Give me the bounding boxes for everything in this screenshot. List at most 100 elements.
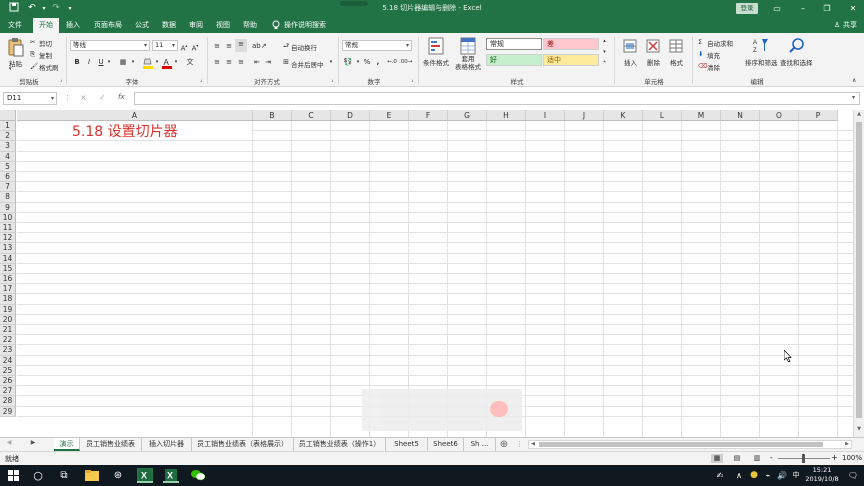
tab-help[interactable]: 帮助	[239, 18, 261, 33]
ime-indicator[interactable]: 中	[788, 468, 804, 483]
normal-view-icon[interactable]: ▦	[711, 454, 723, 463]
expand-formula-icon[interactable]: ▾	[852, 94, 855, 101]
wrap-text-icon[interactable]: ⮐	[282, 41, 290, 51]
column-header-G[interactable]: G	[448, 110, 487, 121]
excel-taskbar-icon-2[interactable]: X	[163, 468, 179, 483]
decrease-indent-icon[interactable]: ⇤	[252, 57, 262, 67]
decrease-font-icon[interactable]: A▾	[191, 41, 199, 53]
number-format-select[interactable]: 常规 ▾	[342, 40, 412, 51]
chevron-down-icon[interactable]: ▾	[51, 93, 54, 104]
format-as-table-icon[interactable]	[460, 37, 476, 55]
tab-home[interactable]: 开始	[33, 18, 59, 33]
format-painter-button[interactable]: 格式刷	[39, 62, 59, 72]
column-header-C[interactable]: C	[292, 110, 331, 121]
align-center-icon[interactable]: ≡	[224, 57, 234, 67]
file-explorer-icon[interactable]	[84, 468, 100, 483]
row-header-11[interactable]: 11	[0, 223, 16, 234]
cut-icon[interactable]: ✂	[30, 38, 35, 46]
horizontal-scroll-thumb[interactable]	[539, 442, 823, 447]
increase-font-icon[interactable]: A▴	[180, 41, 188, 53]
insert-function-icon[interactable]: fx	[118, 93, 125, 101]
tab-formulas[interactable]: 公式	[131, 18, 153, 33]
row-header-22[interactable]: 22	[0, 335, 16, 346]
number-launcher-icon[interactable]: ⌟	[411, 77, 413, 83]
cell-style-bad[interactable]: 差	[543, 38, 599, 50]
styles-more-icon[interactable]: ⩡	[600, 59, 609, 65]
zoom-level[interactable]: 100%	[842, 454, 862, 462]
sort-filter-button[interactable]: 排序和筛选	[745, 57, 778, 67]
align-top-icon[interactable]: ≡	[212, 41, 222, 51]
cell-style-normal[interactable]: 常规	[486, 38, 542, 50]
prev-sheet-icon[interactable]: ◀	[4, 439, 14, 446]
scroll-up-icon[interactable]: ▲	[855, 111, 863, 117]
minimize-icon[interactable]: –	[796, 1, 810, 16]
row-header-2[interactable]: 2	[0, 131, 16, 142]
sheet-tab-sales-op1[interactable]: 员工销售业绩表（操作1）	[294, 438, 386, 451]
row-header-13[interactable]: 13	[0, 243, 16, 254]
horizontal-scrollbar[interactable]: ◀ ▶	[528, 440, 852, 449]
row-header-15[interactable]: 15	[0, 263, 16, 274]
tab-review[interactable]: 审阅	[185, 18, 207, 33]
conditional-format-icon[interactable]	[428, 37, 444, 55]
page-layout-view-icon[interactable]: ▤	[732, 454, 742, 463]
borders-icon[interactable]: ▦	[118, 57, 128, 67]
column-header-N[interactable]: N	[721, 110, 760, 121]
row-header-17[interactable]: 17	[0, 284, 16, 295]
sheet-tab-sheet5[interactable]: Sheet5	[386, 438, 428, 451]
sort-filter-icon[interactable]: AZ	[753, 37, 769, 55]
row-header-28[interactable]: 28	[0, 396, 16, 407]
tab-split-handle[interactable]: ⋮	[516, 440, 523, 448]
paste-icon[interactable]	[7, 37, 25, 57]
enter-entry-icon[interactable]: ✓	[99, 93, 106, 102]
font-launcher-icon[interactable]: ⌟	[200, 77, 202, 83]
row-header-24[interactable]: 24	[0, 355, 16, 366]
row-header-6[interactable]: 6	[0, 172, 16, 183]
align-bottom-icon[interactable]: ≡	[235, 39, 247, 52]
copy-icon[interactable]: ⎘	[30, 50, 35, 59]
styles-scroll-up-icon[interactable]: ▴	[600, 38, 609, 44]
sheet-tab-overflow[interactable]: Sh ...	[464, 438, 496, 451]
column-header-I[interactable]: I	[526, 110, 565, 121]
cancel-entry-icon[interactable]: ×	[80, 93, 87, 102]
insert-cells-icon[interactable]	[623, 37, 637, 55]
vertical-scrollbar[interactable]: ▲ ▼	[853, 110, 864, 437]
cell-style-neutral[interactable]: 适中	[543, 54, 599, 66]
autosum-icon[interactable]: Σ	[698, 38, 702, 46]
windows-start-icon[interactable]	[5, 468, 21, 483]
column-header-O[interactable]: O	[760, 110, 799, 121]
column-header-L[interactable]: L	[643, 110, 682, 121]
task-view-icon[interactable]: ⧉	[56, 468, 72, 483]
sheet-tab-insert-slicer[interactable]: 插入切片器	[142, 438, 192, 451]
chevron-down-icon[interactable]: ▾	[355, 57, 361, 67]
find-select-button[interactable]: 查找和选择	[780, 57, 813, 67]
ribbon-display-icon[interactable]: ▭	[770, 1, 784, 16]
row-header-3[interactable]: 3	[0, 141, 16, 152]
row-header-8[interactable]: 8	[0, 192, 16, 203]
pen-icon[interactable]: ✍	[712, 468, 728, 483]
tab-page-layout[interactable]: 页面布局	[90, 18, 126, 33]
column-header-A[interactable]: A	[17, 110, 253, 121]
tab-insert[interactable]: 插入	[62, 18, 84, 33]
column-header-F[interactable]: F	[409, 110, 448, 121]
orientation-icon[interactable]: ab↗	[252, 41, 267, 51]
row-header-12[interactable]: 12	[0, 233, 16, 244]
row-header-21[interactable]: 21	[0, 325, 16, 336]
clear-icon[interactable]: ⌫	[698, 62, 707, 70]
name-box[interactable]: D11 ▾	[3, 92, 57, 105]
row-header-5[interactable]: 5	[0, 161, 16, 172]
column-header-H[interactable]: H	[487, 110, 526, 121]
search-icon[interactable]: ○	[30, 468, 46, 483]
font-color-icon[interactable]: A	[162, 57, 172, 69]
cell-a1-title[interactable]: 5.18 设置切片器	[72, 124, 178, 140]
find-select-icon[interactable]	[789, 37, 805, 55]
cell-style-good[interactable]: 好	[486, 54, 542, 66]
fill-color-icon[interactable]	[143, 57, 153, 69]
row-header-25[interactable]: 25	[0, 365, 16, 376]
row-header-16[interactable]: 16	[0, 274, 16, 285]
active-cell[interactable]	[330, 227, 370, 238]
column-header-E[interactable]: E	[370, 110, 409, 121]
row-header-19[interactable]: 19	[0, 304, 16, 315]
format-cells-icon[interactable]	[669, 37, 683, 55]
font-name-select[interactable]: 等线 ▾	[70, 40, 150, 51]
login-button[interactable]: 登录	[736, 3, 758, 14]
